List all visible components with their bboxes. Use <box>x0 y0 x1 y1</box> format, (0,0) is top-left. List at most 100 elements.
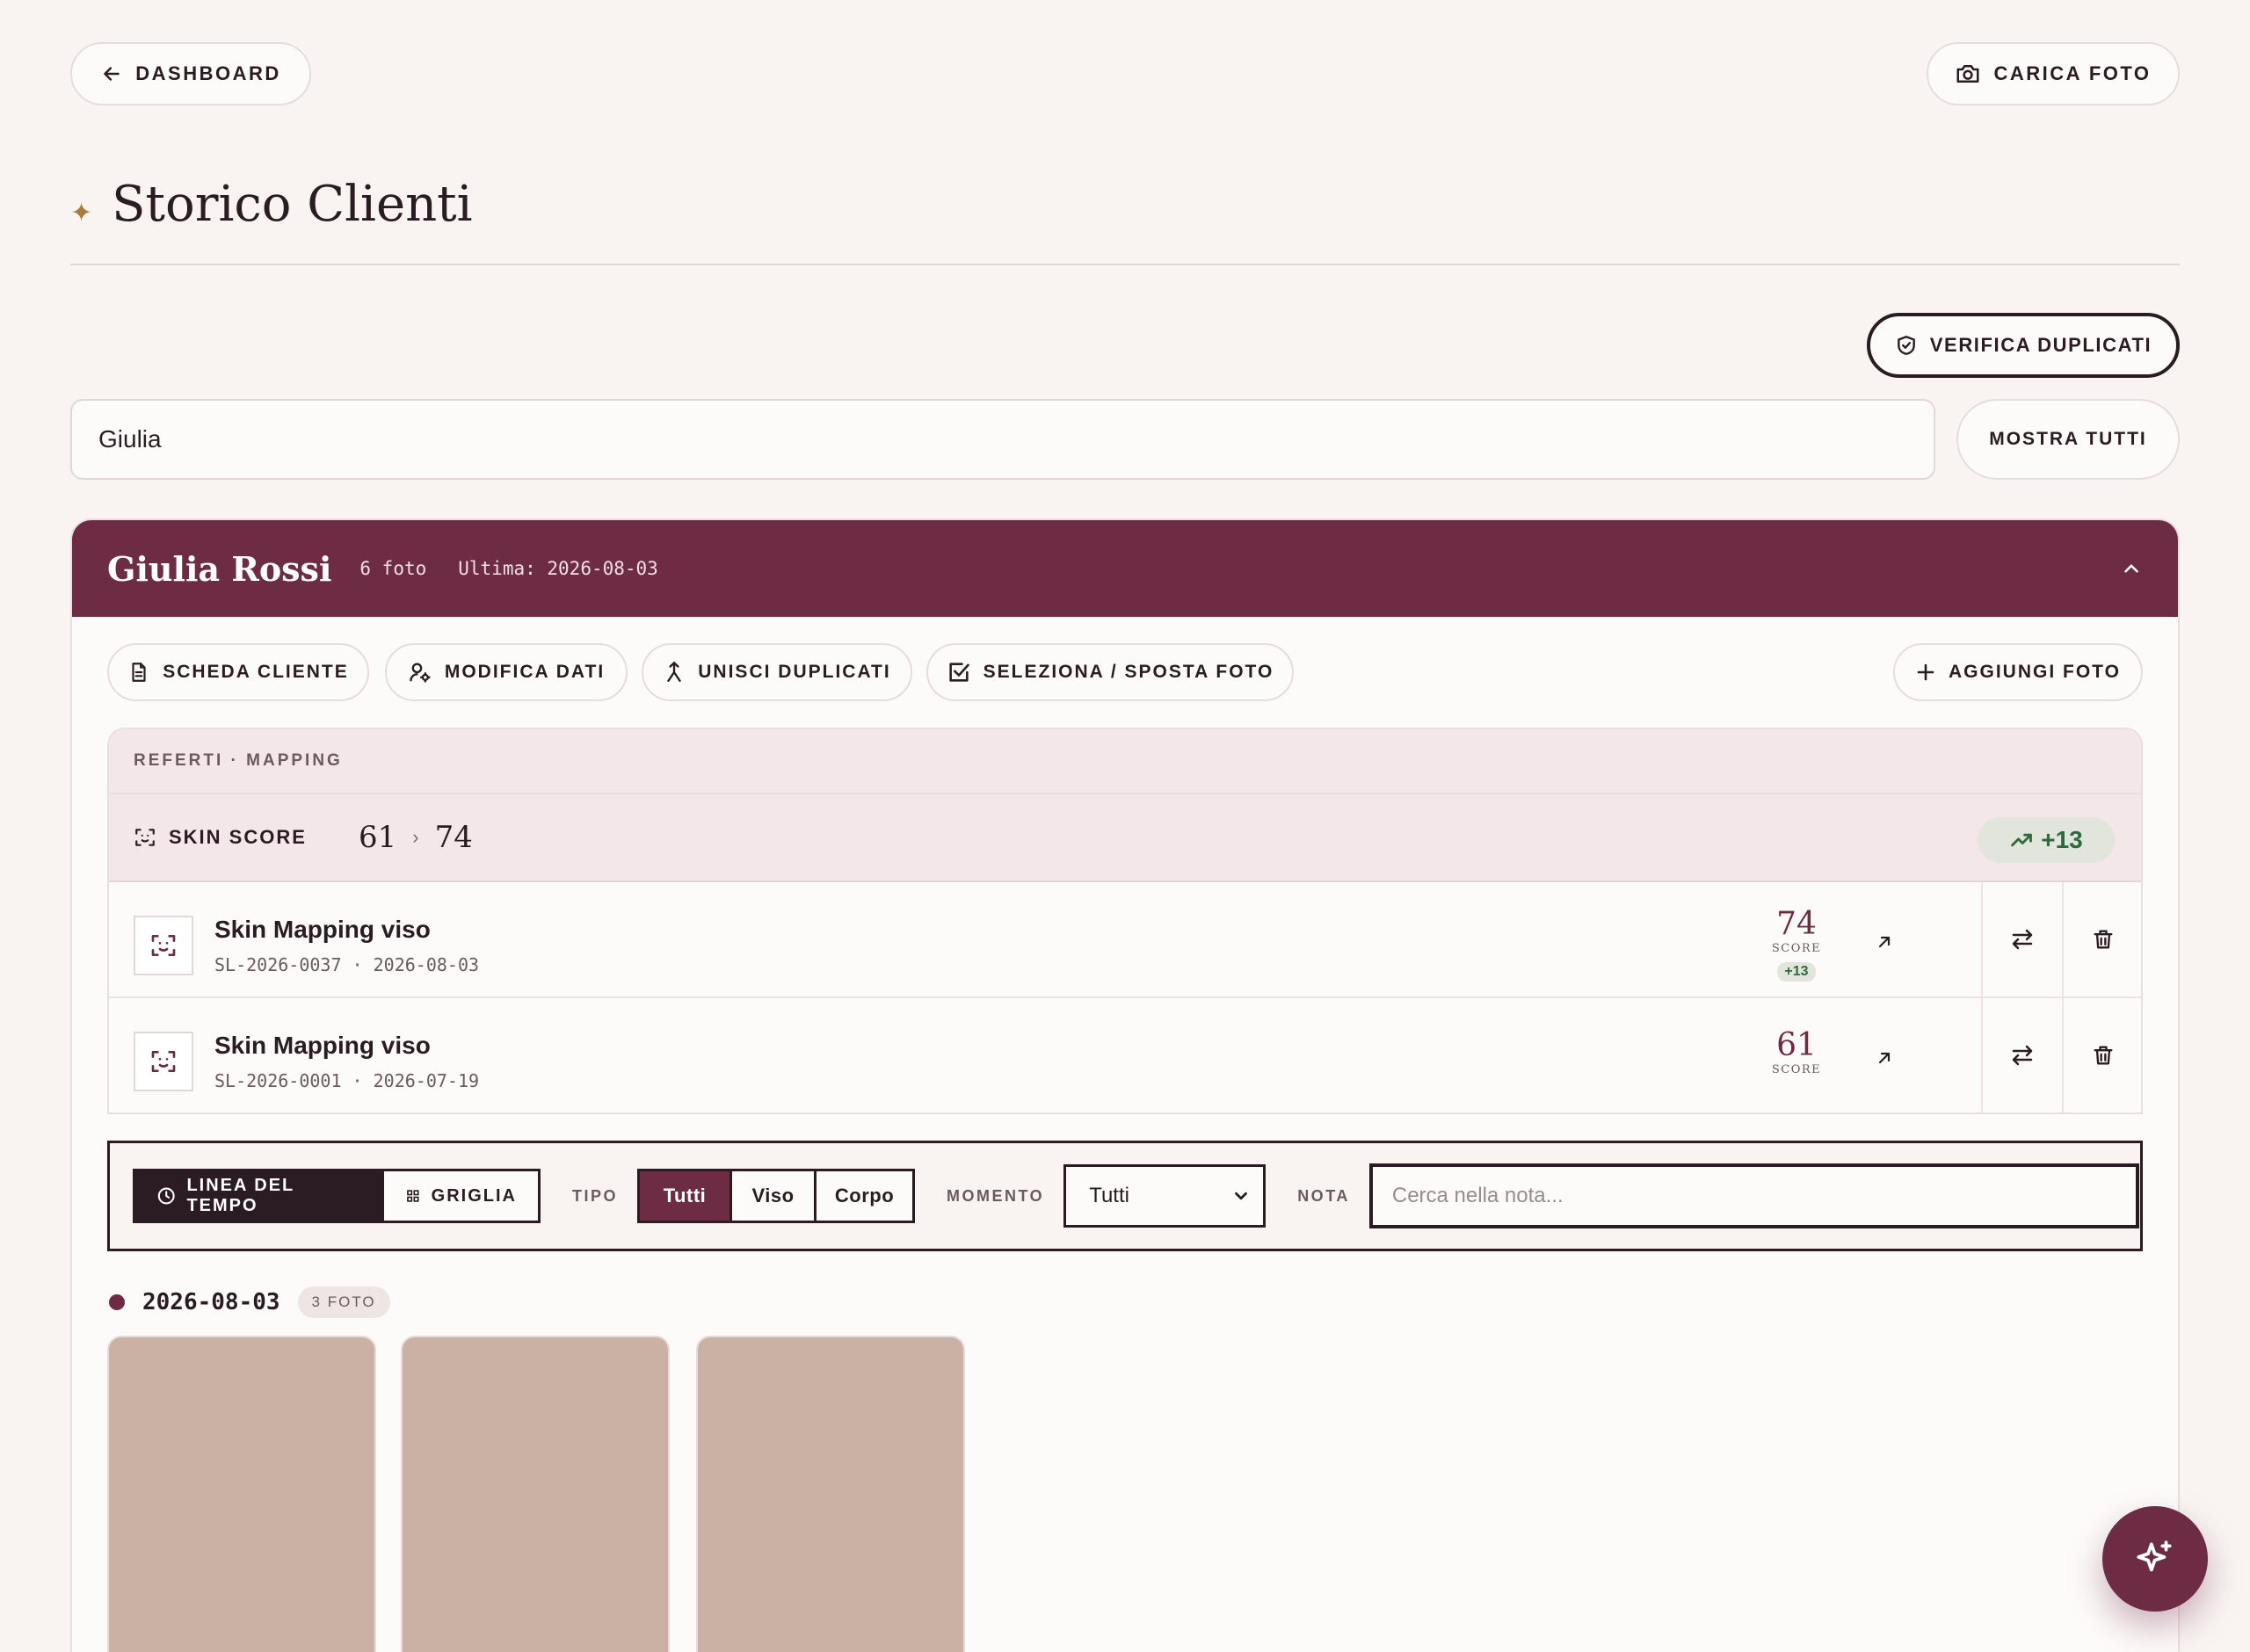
timeline-photo-count: 3 FOTO <box>297 1286 390 1318</box>
verify-duplicates-button[interactable]: VERIFICA DUPLICATI <box>1867 313 2180 378</box>
move-report-button[interactable] <box>1981 882 2062 996</box>
delete-report-button[interactable] <box>2062 882 2141 996</box>
show-all-button[interactable]: MOSTRA TUTTI <box>1956 399 2180 480</box>
photo-thumbnail[interactable] <box>107 1336 376 1652</box>
skin-score-delta: +13 <box>2041 826 2083 853</box>
filter-bar: LINEA DEL TEMPO GRIGLIA TIPO Tutti Viso … <box>107 1141 2143 1251</box>
reports-heading: REFERTI · MAPPING <box>109 729 2141 794</box>
report-row[interactable]: Skin Mapping viso SL-2026-0037 · 2026-08… <box>109 882 2141 998</box>
type-filter-label: TIPO <box>572 1186 619 1205</box>
report-score-delta: +13 <box>1777 962 1816 982</box>
upload-photo-button[interactable]: CARICA FOTO <box>1927 42 2180 105</box>
client-card: Giulia Rossi 6 foto Ultima: 2026-08-03 S… <box>70 518 2180 1652</box>
swap-icon <box>2012 1045 2033 1066</box>
timeline-dot <box>109 1294 125 1310</box>
page-header: ✦ Storico Clienti <box>70 176 473 233</box>
face-scan-icon <box>151 935 176 956</box>
user-gear-icon <box>410 663 431 683</box>
shield-check-icon <box>1897 336 1915 355</box>
dashboard-back-button[interactable]: DASHBOARD <box>70 42 311 105</box>
sparkles-icon <box>2137 1540 2172 1572</box>
report-score-label: SCORE <box>1771 1063 1822 1076</box>
move-report-button[interactable] <box>1981 998 2062 1112</box>
client-photo-count: 6 foto <box>359 558 427 579</box>
show-all-label: MOSTRA TUTTI <box>1989 429 2147 449</box>
chevron-up-icon <box>2124 564 2138 573</box>
report-subtitle: SL-2026-0001 · 2026-07-19 <box>214 1070 480 1091</box>
arrow-left-icon <box>104 67 120 81</box>
trending-up-icon <box>2011 833 2033 847</box>
document-icon <box>132 663 146 682</box>
arrow-up-right-icon <box>1878 936 1891 948</box>
note-search-input[interactable] <box>1368 1163 2139 1228</box>
timeline-date: 2026-08-03 <box>142 1289 280 1315</box>
merge-icon <box>667 661 681 682</box>
skin-score-to: 74 <box>434 820 473 855</box>
open-report-button[interactable] <box>1867 1040 1902 1076</box>
add-photo-button[interactable]: AGGIUNGI FOTO <box>1893 643 2143 701</box>
open-report-button[interactable] <box>1867 924 1902 960</box>
skin-score-delta-badge: +13 <box>1978 817 2115 863</box>
select-move-photos-button[interactable]: SELEZIONA / SPOSTA FOTO <box>926 643 1294 701</box>
report-score: 61 SCORE <box>1761 1027 1832 1077</box>
note-filter-label: NOTA <box>1297 1186 1350 1205</box>
swap-icon <box>2012 929 2033 950</box>
moment-select[interactable]: Tutti <box>1063 1164 1267 1228</box>
merge-duplicates-button[interactable]: UNISCI DUPLICATI <box>642 643 912 701</box>
skin-score-label: SKIN SCORE <box>169 826 307 848</box>
edit-data-button[interactable]: MODIFICA DATI <box>385 643 628 701</box>
report-title: Skin Mapping viso <box>214 916 431 943</box>
add-photo-label: AGGIUNGI FOTO <box>1949 662 2121 682</box>
delete-report-button[interactable] <box>2062 998 2141 1112</box>
chevron-down-icon <box>1235 1192 1248 1200</box>
view-grid-button[interactable]: GRIGLIA <box>381 1171 538 1221</box>
title-divider <box>70 264 2180 265</box>
trash-icon <box>2094 930 2113 949</box>
skin-score-from: 61 <box>359 820 397 855</box>
client-card-header[interactable]: Giulia Rossi 6 foto Ultima: 2026-08-03 <box>72 520 2178 617</box>
client-name: Giulia Rossi <box>107 548 332 589</box>
report-thumbnail <box>134 916 193 975</box>
client-sheet-button[interactable]: SCHEDA CLIENTE <box>107 643 369 701</box>
view-timeline-button[interactable]: LINEA DEL TEMPO <box>135 1171 381 1221</box>
report-row[interactable]: Skin Mapping viso SL-2026-0001 · 2026-07… <box>109 998 2141 1112</box>
title-ornament-icon: ✦ <box>70 199 93 228</box>
ai-assistant-button[interactable] <box>2102 1506 2208 1612</box>
type-face-button[interactable]: Viso <box>729 1171 815 1221</box>
upload-photo-label: CARICA FOTO <box>1993 62 2152 84</box>
report-score-value: 61 <box>1776 1027 1817 1063</box>
type-filter: Tutti Viso Corpo <box>637 1169 916 1223</box>
view-timeline-label: LINEA DEL TEMPO <box>186 1176 294 1215</box>
plus-icon <box>1917 663 1934 681</box>
skin-score-summary: SKIN SCORE 61 › 74 +13 <box>109 794 2141 882</box>
collapse-button[interactable] <box>2116 554 2146 583</box>
grid-icon <box>407 1190 419 1202</box>
face-scan-icon <box>151 1051 176 1072</box>
type-body-button[interactable]: Corpo <box>814 1171 913 1221</box>
photo-thumbnail[interactable] <box>401 1336 670 1652</box>
face-scan-icon <box>135 829 155 846</box>
report-score-value: 74 <box>1776 906 1817 942</box>
clock-icon <box>157 1187 175 1205</box>
client-sheet-label: SCHEDA CLIENTE <box>163 662 349 682</box>
report-subtitle: SL-2026-0037 · 2026-08-03 <box>214 954 480 975</box>
report-title: Skin Mapping viso <box>214 1032 431 1059</box>
view-grid-label: GRIGLIA <box>431 1185 517 1206</box>
checkbox-icon <box>949 663 969 682</box>
chevron-right-icon: › <box>412 826 419 848</box>
trash-icon <box>2094 1046 2113 1065</box>
client-search-input[interactable] <box>70 399 1935 480</box>
moment-filter-label: MOMENTO <box>947 1186 1045 1205</box>
type-all-button[interactable]: Tutti <box>640 1171 730 1221</box>
arrow-up-right-icon <box>1878 1052 1891 1064</box>
photo-thumbnail[interactable] <box>696 1336 965 1652</box>
report-score: 74 SCORE +13 <box>1761 909 1832 982</box>
select-move-photos-label: SELEZIONA / SPOSTA FOTO <box>983 662 1274 682</box>
dashboard-back-label: DASHBOARD <box>135 62 281 84</box>
reports-panel: REFERTI · MAPPING SKIN SCORE 61 › 74 +13… <box>107 728 2143 1114</box>
merge-duplicates-label: UNISCI DUPLICATI <box>698 662 891 682</box>
page-title: Storico Clienti <box>112 176 473 233</box>
timeline-date-group: 2026-08-03 3 FOTO <box>109 1286 390 1318</box>
report-score-label: SCORE <box>1771 942 1822 955</box>
verify-duplicates-label: VERIFICA DUPLICATI <box>1929 334 2152 356</box>
